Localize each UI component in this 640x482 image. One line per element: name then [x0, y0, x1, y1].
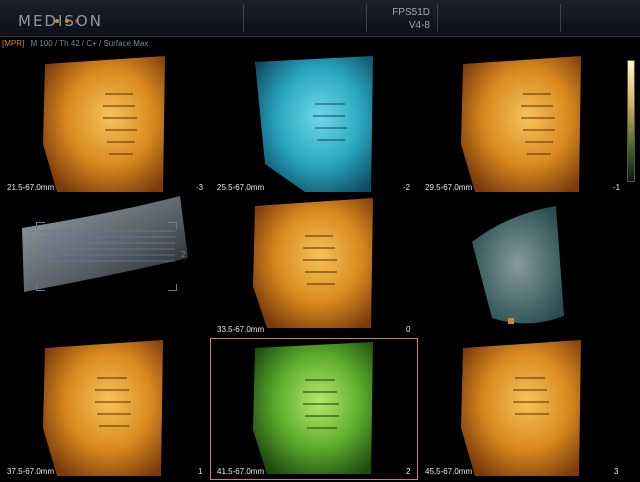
- divider: [243, 4, 244, 32]
- slice-range-label: 33.5-67.0mm: [217, 325, 265, 334]
- volume-render-slice: [43, 56, 165, 192]
- mode-info-bar: [MPR] M 100 / Th 42 / C+ / Surface:Max: [2, 39, 148, 48]
- slice-index: -1: [613, 183, 621, 192]
- slice-range-label: 25.5-67.0mm: [217, 183, 265, 192]
- volume-render-slice: [255, 56, 373, 192]
- slice-index: -3: [196, 183, 204, 192]
- volume-render-slice: [461, 340, 581, 476]
- bmode-sector: [22, 196, 188, 292]
- render-overview-image[interactable]: [468, 206, 568, 332]
- slice-index: -2: [403, 183, 411, 192]
- volume-render-slice: [461, 56, 581, 192]
- roi-corner: [168, 222, 177, 229]
- mpr-slice-image[interactable]: [245, 196, 375, 336]
- divider: [560, 4, 561, 32]
- mpr-slice-image[interactable]: [245, 340, 375, 476]
- volume-orientation-render: [472, 206, 564, 324]
- slice-range-label: 29.5-67.0mm: [425, 183, 473, 192]
- slice-range-label: 37.5-67.0mm: [7, 467, 55, 476]
- roi-corner: [36, 222, 45, 229]
- volume-render-slice: [253, 198, 373, 328]
- slice-range-label: 45.5-67.0mm: [425, 467, 473, 476]
- mpr-slice-image[interactable]: [245, 54, 375, 194]
- probe-frequency: V4-8: [408, 20, 430, 31]
- divider: [437, 4, 438, 32]
- roi-corner: [36, 284, 45, 291]
- mpr-slice-image[interactable]: [35, 338, 165, 478]
- top-bar: MEDISON FPS51D V4-8: [0, 0, 640, 37]
- slice-index: 2: [406, 467, 411, 476]
- slice-index: 1: [198, 467, 203, 476]
- slice-range-label: 41.5-67.0mm: [217, 467, 265, 476]
- mpr-slice-image[interactable]: [35, 54, 165, 194]
- probe-name: FPS51D: [392, 7, 430, 18]
- divider: [366, 4, 367, 32]
- slice-index: 0: [406, 325, 411, 334]
- reference-marker: 2: [181, 250, 186, 259]
- volume-render-slice: [43, 340, 163, 476]
- mpr-slice-image[interactable]: [453, 338, 583, 478]
- color-scale-bar: [627, 60, 635, 182]
- slice-range-label: 21.5-67.0mm: [7, 183, 55, 192]
- brand-logo: MEDISON: [18, 12, 103, 30]
- volume-render-slice: [253, 342, 373, 474]
- mpr-slice-image[interactable]: [453, 54, 583, 194]
- mode-label: [MPR]: [2, 39, 25, 48]
- reference-bmode-image[interactable]: [20, 196, 190, 296]
- probe-info: FPS51D V4-8: [372, 6, 430, 32]
- mode-params: M 100 / Th 42 / C+ / Surface:Max: [30, 39, 149, 48]
- roi-corner: [168, 284, 177, 291]
- slice-index: 3: [614, 467, 619, 476]
